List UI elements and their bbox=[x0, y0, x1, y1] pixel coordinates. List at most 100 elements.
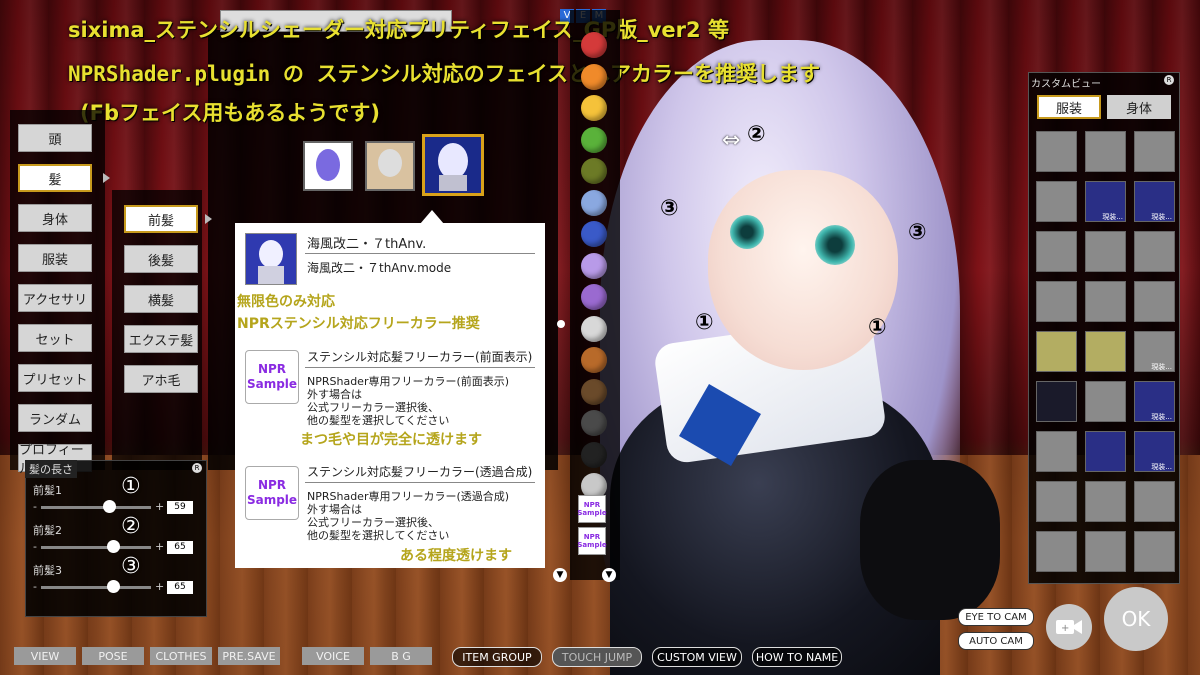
custom-view-cell-12[interactable] bbox=[1036, 331, 1077, 372]
custom-view-cell-8[interactable] bbox=[1134, 231, 1175, 272]
slider-plus-2[interactable]: + bbox=[155, 580, 164, 593]
hair-thumb-1[interactable] bbox=[303, 141, 353, 191]
custom-view-cell-9[interactable] bbox=[1036, 281, 1077, 322]
slider-track-1[interactable] bbox=[41, 546, 151, 549]
custom-view-reset-icon[interactable]: R bbox=[1164, 75, 1174, 85]
menu-item-1[interactable]: 髪 bbox=[18, 164, 92, 192]
bottom-button-touch-jump[interactable]: TOUCH JUMP bbox=[552, 647, 642, 667]
color-swatch-10[interactable] bbox=[581, 347, 607, 373]
camera-button[interactable]: + bbox=[1046, 604, 1092, 650]
custom-view-cell-14[interactable]: 現装... bbox=[1134, 331, 1175, 372]
submenu-item-0[interactable]: 前髪 bbox=[124, 205, 198, 233]
custom-view-cell-18[interactable] bbox=[1036, 431, 1077, 472]
color-swatch-9[interactable] bbox=[581, 315, 607, 342]
custom-view-cell-11[interactable] bbox=[1134, 281, 1175, 322]
slider-value-1[interactable]: 65 bbox=[167, 541, 193, 554]
tab-body[interactable]: 身体 bbox=[1107, 95, 1171, 119]
item-arrow-icon bbox=[205, 214, 212, 224]
custom-view-cell-25[interactable] bbox=[1085, 531, 1126, 572]
bottom-button-voice[interactable]: VOICE bbox=[302, 647, 364, 665]
menu-item-2[interactable]: 身体 bbox=[18, 204, 92, 232]
custom-view-cell-17[interactable]: 現装... bbox=[1134, 381, 1175, 422]
color-swatch-3[interactable] bbox=[581, 126, 607, 153]
scroll-dot[interactable] bbox=[557, 320, 565, 328]
color-swatch-13[interactable] bbox=[581, 441, 607, 468]
bottom-button-clothes[interactable]: CLOTHES bbox=[150, 647, 212, 665]
color-swatch-8[interactable] bbox=[581, 284, 607, 310]
slider-knob-1[interactable] bbox=[107, 540, 120, 553]
custom-view-cell-16[interactable] bbox=[1085, 381, 1126, 422]
slider-minus-2[interactable]: - bbox=[33, 580, 37, 593]
menu-item-5[interactable]: セット bbox=[18, 324, 92, 352]
custom-view-cell-6[interactable] bbox=[1036, 231, 1077, 272]
submenu-item-2[interactable]: 横髪 bbox=[124, 285, 198, 313]
custom-view-cell-20[interactable]: 現装... bbox=[1134, 431, 1175, 472]
submenu-item-4[interactable]: アホ毛 bbox=[124, 365, 198, 393]
bottom-button-item-group[interactable]: ITEM GROUP bbox=[452, 647, 542, 667]
custom-view-cell-10[interactable] bbox=[1085, 281, 1126, 322]
bottom-button-b-g[interactable]: B G bbox=[370, 647, 432, 665]
color-swatch-0[interactable] bbox=[581, 32, 607, 58]
slider-minus-1[interactable]: - bbox=[33, 540, 37, 553]
custom-view-cell-19[interactable] bbox=[1085, 431, 1126, 472]
color-swatch-2[interactable] bbox=[581, 95, 607, 121]
ok-button[interactable]: OK bbox=[1104, 587, 1168, 651]
character-left-eye bbox=[730, 215, 764, 249]
color-swatch-1[interactable] bbox=[581, 63, 607, 90]
submenu-item-1[interactable]: 後髪 bbox=[124, 245, 198, 273]
color-swatch-5[interactable] bbox=[581, 189, 607, 216]
custom-view-cell-7[interactable] bbox=[1085, 231, 1126, 272]
bottom-button-custom-view[interactable]: CUSTOM VIEW bbox=[652, 647, 742, 667]
auto-cam-button[interactable]: AUTO CAM bbox=[958, 632, 1034, 650]
custom-view-cell-13[interactable] bbox=[1085, 331, 1126, 372]
tab-clothes[interactable]: 服装 bbox=[1037, 95, 1101, 119]
entry1-divider bbox=[305, 367, 535, 368]
slider-plus-1[interactable]: + bbox=[155, 540, 164, 553]
slider-knob-0[interactable] bbox=[103, 500, 116, 513]
color-swatch-11[interactable] bbox=[581, 378, 607, 405]
move-arrows-icon[interactable]: ⇔ bbox=[722, 128, 740, 153]
color-scroll-down-icon[interactable]: ▼ bbox=[602, 568, 616, 582]
menu-item-4[interactable]: アクセサリ bbox=[18, 284, 92, 312]
custom-view-cell-1[interactable] bbox=[1085, 131, 1126, 172]
slider-knob-2[interactable] bbox=[107, 580, 120, 593]
eye-to-cam-button[interactable]: EYE TO CAM bbox=[958, 608, 1034, 626]
color-swatch-6[interactable] bbox=[581, 221, 607, 247]
menu-item-7[interactable]: ランダム bbox=[18, 404, 92, 432]
custom-view-cell-5[interactable]: 現装... bbox=[1134, 181, 1175, 222]
custom-view-cell-26[interactable] bbox=[1134, 531, 1175, 572]
slider-track-2[interactable] bbox=[41, 586, 151, 589]
menu-item-6[interactable]: プリセット bbox=[18, 364, 92, 392]
hair-thumb-3-selected[interactable] bbox=[422, 134, 484, 196]
custom-view-cell-4[interactable]: 現装... bbox=[1085, 181, 1126, 222]
custom-view-cell-22[interactable] bbox=[1085, 481, 1126, 522]
popup-note-1: 無限色のみ対応 bbox=[237, 294, 335, 310]
hair-thumb-2[interactable] bbox=[365, 141, 415, 191]
slider-minus-0[interactable]: - bbox=[33, 500, 37, 513]
bottom-button-pose[interactable]: POSE bbox=[82, 647, 144, 665]
slider-value-0[interactable]: 59 bbox=[167, 501, 193, 514]
custom-view-cell-23[interactable] bbox=[1134, 481, 1175, 522]
submenu-item-3[interactable]: エクステ髪 bbox=[124, 325, 198, 353]
custom-view-cell-0[interactable] bbox=[1036, 131, 1077, 172]
custom-view-cell-15[interactable] bbox=[1036, 381, 1077, 422]
bottom-button-pre-save[interactable]: PRE.SAVE bbox=[218, 647, 280, 665]
custom-view-cell-3[interactable] bbox=[1036, 181, 1077, 222]
header-line-2: NPRShader.plugin の ステンシル対応のフェイスとヘアカラーを推奨… bbox=[68, 62, 820, 86]
npr-color-badge-1[interactable]: NPR Sample bbox=[577, 495, 607, 523]
menu-item-0[interactable]: 頭 bbox=[18, 124, 92, 152]
bottom-button-how-to-name[interactable]: HOW TO NAME bbox=[752, 647, 842, 667]
slider-value-2[interactable]: 65 bbox=[167, 581, 193, 594]
color-swatch-12[interactable] bbox=[581, 410, 607, 436]
npr-color-badge-2[interactable]: NPR Sample bbox=[577, 527, 607, 555]
scroll-down-icon[interactable]: ▼ bbox=[553, 568, 567, 582]
bottom-button-view[interactable]: VIEW bbox=[14, 647, 76, 665]
color-swatch-7[interactable] bbox=[581, 252, 607, 279]
slider-plus-0[interactable]: + bbox=[155, 500, 164, 513]
custom-view-cell-24[interactable] bbox=[1036, 531, 1077, 572]
custom-view-cell-2[interactable] bbox=[1134, 131, 1175, 172]
slider-track-0[interactable] bbox=[41, 506, 151, 509]
color-swatch-4[interactable] bbox=[581, 158, 607, 184]
custom-view-cell-21[interactable] bbox=[1036, 481, 1077, 522]
menu-item-3[interactable]: 服装 bbox=[18, 244, 92, 272]
